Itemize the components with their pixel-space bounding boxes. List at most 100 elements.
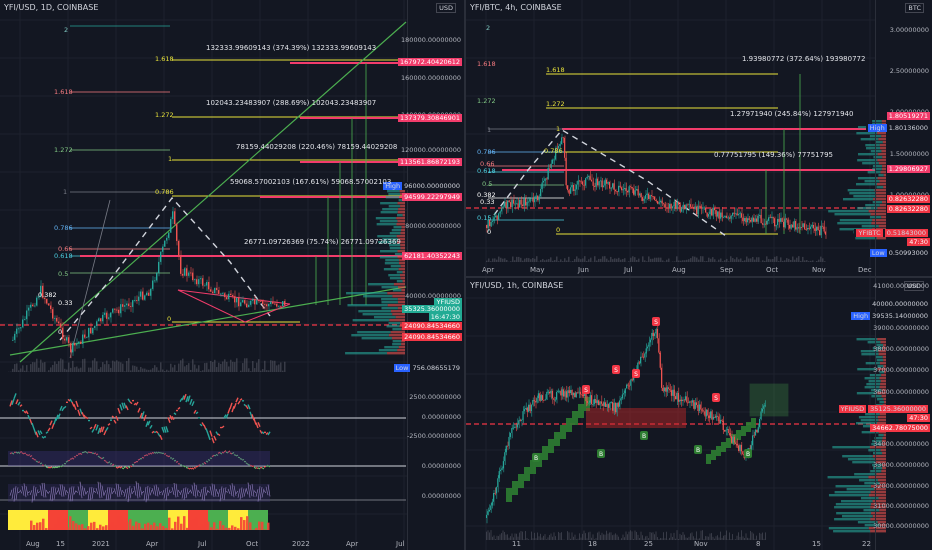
fib-price-tag: 137379.30846901 <box>398 114 462 122</box>
volume-bar <box>614 258 616 262</box>
rb-candle <box>616 403 618 413</box>
osc-line <box>107 423 111 426</box>
volume-bar <box>744 260 746 262</box>
osc-line <box>91 428 95 433</box>
volume-bar <box>508 537 510 540</box>
rb-candle <box>560 390 562 396</box>
rb-candle <box>609 402 611 408</box>
volume-profile-bar <box>400 247 405 250</box>
volume-bar <box>160 362 162 372</box>
volume-bar <box>32 362 34 372</box>
volume-bar <box>158 370 160 372</box>
left-chart-canvas[interactable] <box>0 0 464 550</box>
volume-bar <box>620 259 622 262</box>
right-top-price-axis[interactable]: BTC 3.00000000 2.50000000 2.00000000 1.5… <box>854 0 932 276</box>
rb-candle <box>624 388 626 394</box>
volume-bar <box>684 260 686 262</box>
osc-line <box>191 401 195 407</box>
rt-candle <box>651 195 652 197</box>
rb-candle <box>724 429 725 432</box>
volume-bar <box>58 361 60 372</box>
volume-bar <box>552 536 553 540</box>
rt-xlabel: Aug <box>672 266 686 274</box>
volume-bar <box>726 258 728 262</box>
volume-bar <box>598 258 600 262</box>
left-chart-pane[interactable]: YFI/USD, 1D, COINBASE USD 180000.0000000… <box>0 0 464 550</box>
rt-candle <box>531 197 532 199</box>
supertrend-step <box>548 439 554 453</box>
right-top-unit-badge[interactable]: BTC <box>905 3 924 13</box>
left-candle <box>186 268 188 276</box>
volume-bar <box>582 533 583 540</box>
rb-candle <box>599 401 601 406</box>
rt-candle <box>606 179 607 184</box>
trend-strip-bar <box>267 522 270 530</box>
left-candle <box>234 296 236 303</box>
volume-profile-bar <box>847 458 875 461</box>
volume-bar <box>678 538 679 540</box>
osc-line <box>233 402 237 409</box>
volume-bar <box>494 258 496 262</box>
volume-bar <box>490 261 492 262</box>
trend-strip-bar <box>222 525 225 530</box>
left-price-axis[interactable]: USD 180000.00000000 160000.00000000 1400… <box>381 0 464 550</box>
rb-candle <box>672 389 674 396</box>
rb-ylabel: 34000.00000000 <box>873 440 929 448</box>
rb-xlabel: 15 <box>812 540 821 548</box>
left-candle <box>240 302 242 307</box>
volume-bar <box>658 257 660 262</box>
round-number-tag: 40000.00000000 <box>870 300 930 308</box>
volume-bar <box>100 367 102 372</box>
rt-candle <box>691 206 693 208</box>
rb-candle <box>521 419 522 421</box>
osc-line <box>105 427 109 431</box>
volume-bar <box>720 531 721 540</box>
volume-bar <box>782 260 784 262</box>
rt-candle <box>675 201 676 209</box>
rt-candle <box>739 213 741 215</box>
left-candle <box>236 297 238 303</box>
osc-line <box>39 430 43 435</box>
volume-bar <box>808 261 810 262</box>
volume-bar <box>178 363 180 372</box>
rt-candle <box>720 212 721 219</box>
rb-candle <box>735 442 737 444</box>
osc-line <box>217 433 221 437</box>
volume-bar <box>663 532 664 540</box>
osc-line <box>265 432 269 435</box>
rt-candle <box>573 184 574 191</box>
countdown-tag: 47:30 <box>907 238 930 246</box>
volume-bar <box>72 360 74 372</box>
volume-bar <box>788 258 790 262</box>
rt-candle <box>768 217 769 221</box>
volume-bar <box>498 256 500 262</box>
rb-candle <box>570 389 571 394</box>
rb-candle <box>654 333 655 337</box>
rt-candle <box>714 207 715 211</box>
right-top-chart-pane[interactable]: YFI/BTC, 4h, COINBASE BTC 3.00000000 2.5… <box>466 0 932 276</box>
volume-bar <box>224 359 226 372</box>
rt-candle <box>697 205 699 215</box>
osc-line <box>93 423 97 430</box>
volume-bar <box>606 530 607 540</box>
osc-ylabel: 2500.00000000 <box>409 393 461 401</box>
left-candle <box>130 306 132 307</box>
fib-ext-label: 0.786 <box>155 188 174 196</box>
volume-bar <box>646 261 648 262</box>
osc-line <box>129 401 133 405</box>
volume-bar <box>96 361 98 372</box>
left-candle <box>92 327 94 334</box>
rt-candle <box>649 195 651 199</box>
volume-bar <box>806 259 808 262</box>
right-bottom-chart-pane[interactable]: S S S S S B B B B B YFI/USD, 1h, COINBASE USD 410… <box>466 278 932 550</box>
right-bottom-price-axis[interactable]: USD 41000.00000000 39000.00000000 38000.… <box>836 278 932 550</box>
left-unit-badge[interactable]: USD <box>436 3 456 13</box>
rt-candle <box>598 181 600 186</box>
fib-target-annotation: 102043.23483907 (288.69%) 102043.2348390… <box>206 99 377 107</box>
volume-profile-bar <box>397 286 405 289</box>
rt-candle <box>688 204 690 205</box>
volume-profile-bar <box>380 211 398 214</box>
volume-bar <box>536 256 538 262</box>
volume-bar <box>774 256 776 262</box>
left-xlabel: 2022 <box>292 540 310 548</box>
